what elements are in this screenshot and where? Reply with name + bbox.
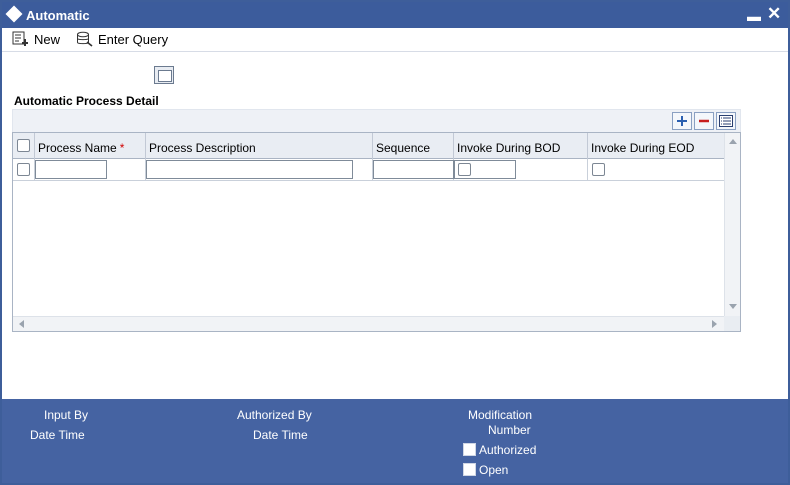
add-row-button[interactable] [672,112,692,130]
delete-row-icon [699,119,709,123]
required-marker: * [119,141,125,155]
scrollbar-corner [724,316,740,331]
scroll-right-icon[interactable] [712,320,717,328]
process-description-input[interactable] [146,160,353,179]
column-label: Invoke During BOD [457,141,561,155]
column-header-sequence[interactable]: Sequence [373,133,454,159]
new-record-icon [12,31,28,46]
minimize-button[interactable]: ▬ [747,8,761,24]
select-all-checkbox[interactable] [17,139,30,152]
column-header-invoke-eod[interactable]: Invoke During EOD [588,133,724,159]
enter-query-label: Enter Query [98,31,169,47]
title-bar: Automatic ▬ ✕ [2,2,788,28]
panel-icon[interactable] [154,66,174,84]
toolbar: New Enter Query [2,28,788,52]
section-title: Automatic Process Detail [14,94,159,108]
select-all-cell [13,133,35,159]
authorized-by-label: Authorized By [237,408,312,422]
single-view-button[interactable] [716,112,736,130]
sequence-input[interactable] [373,160,454,179]
authorized-checkbox[interactable] [463,443,476,456]
enter-query-icon [77,31,93,47]
single-view-icon [719,115,733,127]
horizontal-scrollbar[interactable] [13,316,724,331]
table-row [13,159,724,181]
open-checkbox[interactable] [463,463,476,476]
column-header-process-name[interactable]: Process Name * [35,133,146,159]
row-select-checkbox[interactable] [17,163,30,176]
invoke-eod-cell [588,159,724,181]
process-grid: Process Name * Process Description Sequen… [12,132,741,332]
column-label: Process Description [149,141,256,155]
input-by-label: Input By [44,408,89,422]
delete-row-button[interactable] [694,112,714,130]
vertical-scrollbar[interactable] [724,133,740,316]
authorized-checkbox-label: Authorized [479,443,537,457]
column-header-process-description[interactable]: Process Description [146,133,373,159]
column-label: Invoke During EOD [591,141,695,155]
open-checkbox-label: Open [479,463,509,477]
row-select-cell [13,159,35,181]
grid-action-bar [12,109,741,132]
column-label: Sequence [376,141,431,155]
invoke-bod-cell [454,159,588,181]
enter-query-button[interactable]: Enter Query [76,31,168,47]
grid-header: Process Name * Process Description Sequen… [13,133,724,159]
input-date-time-label: Date Time [30,428,85,442]
column-header-invoke-bod[interactable]: Invoke During BOD [454,133,588,159]
invoke-eod-checkbox[interactable] [592,163,605,176]
automatic-window: Automatic ▬ ✕ New Enter Query Automatic … [0,0,790,485]
column-label: Process Name [38,141,117,155]
window-title: Automatic [26,8,90,23]
scroll-down-icon[interactable] [729,304,737,309]
add-row-icon [677,116,687,126]
sequence-cell [373,159,454,181]
invoke-bod-checkbox[interactable] [458,163,471,176]
process-description-cell [146,159,373,181]
authorized-date-time-label: Date Time [253,428,308,442]
new-label: New [34,31,61,47]
process-name-input[interactable] [35,160,107,179]
new-button[interactable]: New [12,31,60,47]
process-name-cell [35,159,146,181]
close-button[interactable]: ✕ [767,4,781,24]
audit-footer: Input By Date Time Authorized By Date Ti… [2,399,788,483]
number-label: Number [488,423,531,437]
scroll-left-icon[interactable] [19,320,24,328]
modification-label: Modification [468,408,533,422]
scroll-up-icon[interactable] [729,139,737,144]
app-logo-icon [5,5,23,23]
